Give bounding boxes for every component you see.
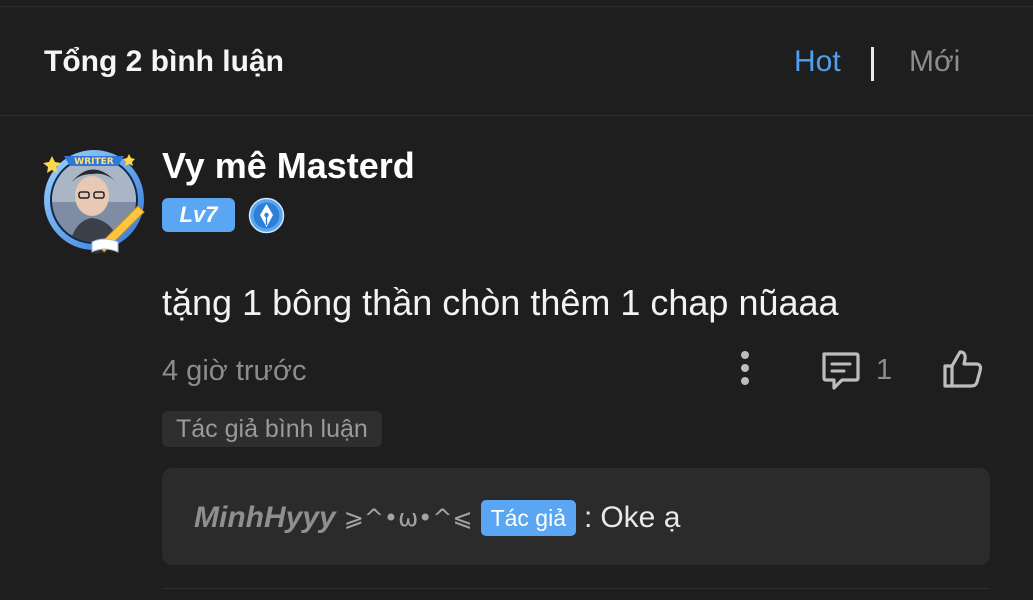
pen-nib-icon <box>248 197 285 234</box>
reply-button[interactable]: 1 <box>818 348 898 392</box>
sort-new-tab[interactable]: Mới <box>909 45 960 79</box>
author-tag: Tác giả <box>480 500 576 536</box>
author-name[interactable]: Vy mê Masterd <box>162 145 415 187</box>
reply-text: Oke ạ <box>600 501 681 534</box>
level-badge: Lv7 <box>162 198 235 232</box>
comment-divider <box>162 588 990 589</box>
comment-timestamp: 4 giờ trước <box>162 355 307 387</box>
comments-header: Tổng 2 bình luận Hot Mới <box>0 7 1033 115</box>
reply-line: MinhHyyy ⩾^•ω•^⩽ Tác giả : Oke ạ <box>194 498 680 538</box>
reply-kaomoji: ⩾^•ω•^⩽ <box>343 504 473 532</box>
reply-username[interactable]: MinhHyyy <box>194 501 336 535</box>
author-avatar[interactable]: WRITER <box>34 142 152 258</box>
reply-preview[interactable]: MinhHyyy ⩾^•ω•^⩽ Tác giả : Oke ạ <box>162 468 990 565</box>
more-options-icon[interactable] <box>730 348 760 390</box>
comment-body: tặng 1 bông thần chòn thêm 1 chap nũaaa <box>162 282 839 323</box>
like-thumb-icon[interactable] <box>940 346 986 392</box>
svg-text:WRITER: WRITER <box>74 157 113 167</box>
sort-hot-tab[interactable]: Hot <box>794 45 841 79</box>
comment-bubble-icon <box>822 352 860 390</box>
sort-separator <box>871 47 874 81</box>
author-comment-tag: Tác giả bình luận <box>162 411 382 447</box>
reply-separator: : <box>584 501 593 534</box>
reply-count: 1 <box>876 354 893 386</box>
header-divider <box>0 115 1033 116</box>
comments-count-title: Tổng 2 bình luận <box>44 45 284 78</box>
